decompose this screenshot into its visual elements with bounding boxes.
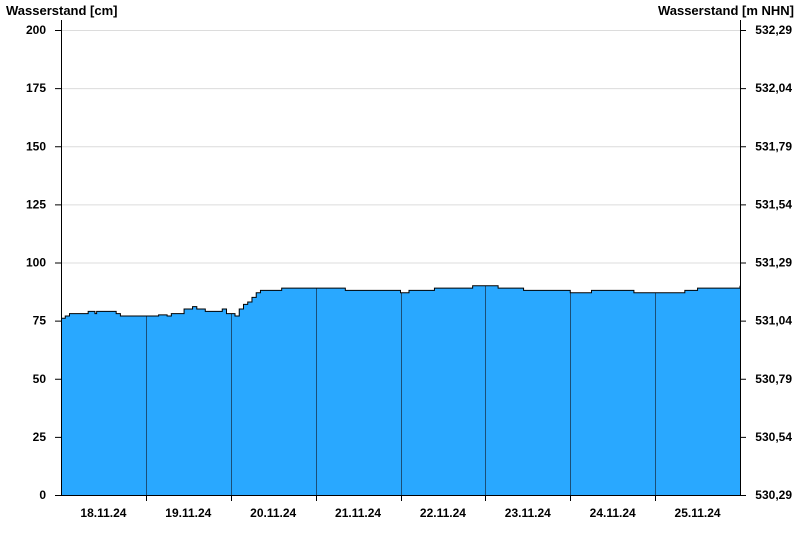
- y-right-tick-label-8: 532,29: [755, 23, 792, 37]
- water-level-chart: Wasserstand [cm] Wasserstand [m NHN] 0 25…: [6, 3, 794, 520]
- x-tick-label-5: 23.11.24: [505, 506, 551, 520]
- y-left-tick-label-1: 25: [33, 430, 47, 444]
- x-tick-label-1: 19.11.24: [165, 506, 211, 520]
- y-right-tick-label-1: 530,54: [755, 430, 792, 444]
- y-right-ticks: 530,29 530,54 530,79 531,04 531,29 531,54 531,…: [740, 23, 792, 502]
- y-right-tick-label-0: 530,29: [755, 488, 792, 502]
- y-right-tick-label-3: 531,04: [755, 314, 792, 328]
- y-left-tick-label-6: 150: [26, 139, 46, 153]
- y-left-tick-label-7: 175: [26, 81, 46, 95]
- x-tick-label-4: 22.11.24: [420, 506, 466, 520]
- y-right-tick-label-6: 531,79: [755, 139, 792, 153]
- y-left-axis-title: Wasserstand [cm]: [6, 3, 118, 18]
- y-right-tick-label-5: 531,54: [755, 197, 792, 211]
- water-level-area: [61, 285, 740, 495]
- x-tick-label-3: 21.11.24: [335, 506, 381, 520]
- x-ticks: 18.11.24 19.11.24 20.11.24 21.11.24 22.11.24…: [80, 495, 721, 520]
- y-right-tick-label-2: 530,79: [755, 372, 792, 386]
- x-tick-label-6: 24.11.24: [590, 506, 636, 520]
- x-tick-label-0: 18.11.24: [80, 506, 126, 520]
- y-left-tick-label-0: 0: [39, 488, 46, 502]
- x-tick-label-2: 20.11.24: [250, 506, 296, 520]
- y-left-tick-label-4: 100: [26, 256, 46, 270]
- y-right-tick-label-7: 532,04: [755, 81, 792, 95]
- y-left-tick-label-8: 200: [26, 23, 46, 37]
- y-left-ticks: 0 25 50 75 100 125 150 175 200: [26, 23, 61, 502]
- x-tick-label-7: 25.11.24: [675, 506, 721, 520]
- y-left-tick-label-3: 75: [33, 314, 47, 328]
- y-right-axis-title: Wasserstand [m NHN]: [658, 3, 794, 18]
- y-left-tick-label-2: 50: [33, 372, 47, 386]
- y-left-tick-label-5: 125: [26, 197, 46, 211]
- y-right-tick-label-4: 531,29: [755, 256, 792, 270]
